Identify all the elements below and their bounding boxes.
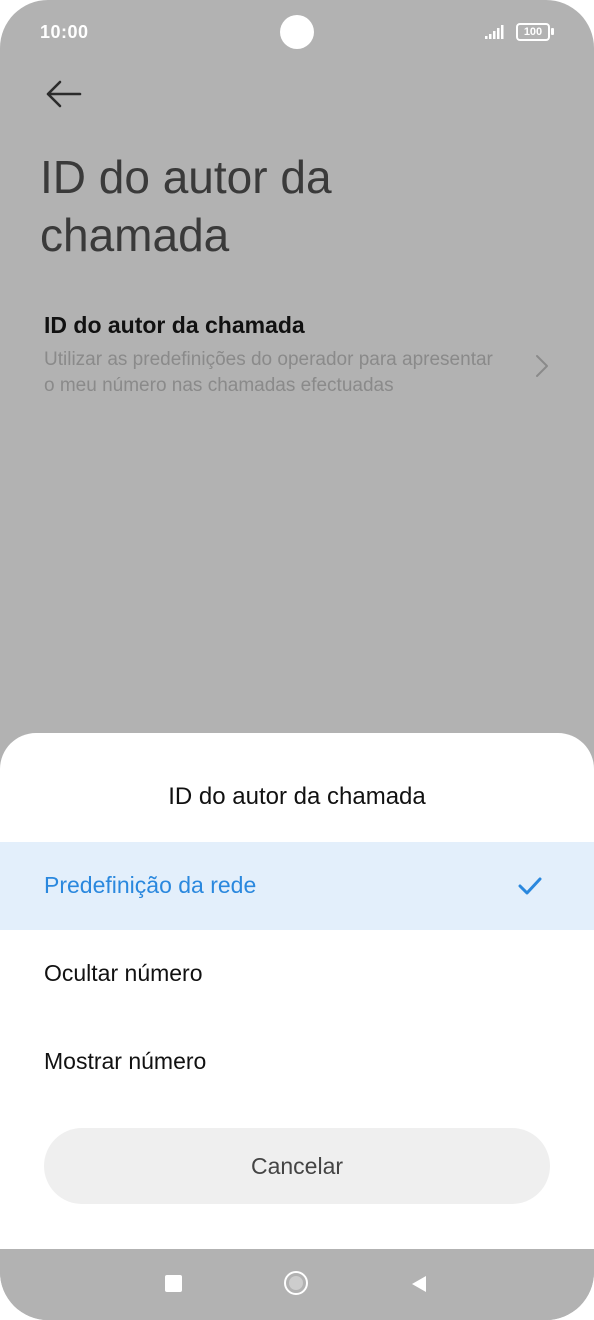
home-icon[interactable]: [284, 1271, 308, 1295]
option-hide-number[interactable]: Ocultar número: [0, 930, 594, 1018]
option-label: Predefinição da rede: [44, 872, 257, 898]
option-label: Ocultar número: [44, 960, 203, 986]
recents-icon[interactable]: [165, 1275, 182, 1292]
phone-screen: 10:00 100 ID do autor da chamada ID do a…: [0, 0, 594, 1320]
chevron-right-icon: [536, 355, 548, 377]
page-title: ID do autor da chamada: [40, 151, 332, 261]
navigation-bar: [0, 1249, 594, 1320]
arrow-left-icon[interactable]: [40, 74, 88, 114]
setting-title: ID do autor da chamada: [44, 312, 305, 338]
setting-description: Utilizar as predefinições do operador pa…: [44, 349, 493, 396]
option-show-number[interactable]: Mostrar número: [0, 1018, 594, 1106]
back-icon[interactable]: [409, 1274, 429, 1294]
status-bar: 10:00 100: [0, 0, 594, 64]
caller-id-dialog: ID do autor da chamada Predefinição da r…: [0, 733, 594, 1249]
status-time: 10:00: [40, 22, 89, 42]
battery-level: 100: [516, 23, 550, 41]
battery-icon: 100: [516, 23, 554, 41]
signal-icon: [485, 25, 504, 39]
home-icon-inner: [289, 1276, 303, 1290]
option-network-default[interactable]: Predefinição da rede: [0, 842, 594, 930]
check-icon: [518, 877, 542, 895]
battery-tip: [551, 28, 554, 35]
cancel-button[interactable]: Cancelar: [44, 1128, 550, 1204]
option-label: Mostrar número: [44, 1048, 207, 1074]
setting-caller-id[interactable]: ID do autor da chamada Utilizar as prede…: [44, 310, 564, 430]
camera-cutout: [280, 15, 314, 49]
dialog-title: ID do autor da chamada: [168, 783, 426, 810]
